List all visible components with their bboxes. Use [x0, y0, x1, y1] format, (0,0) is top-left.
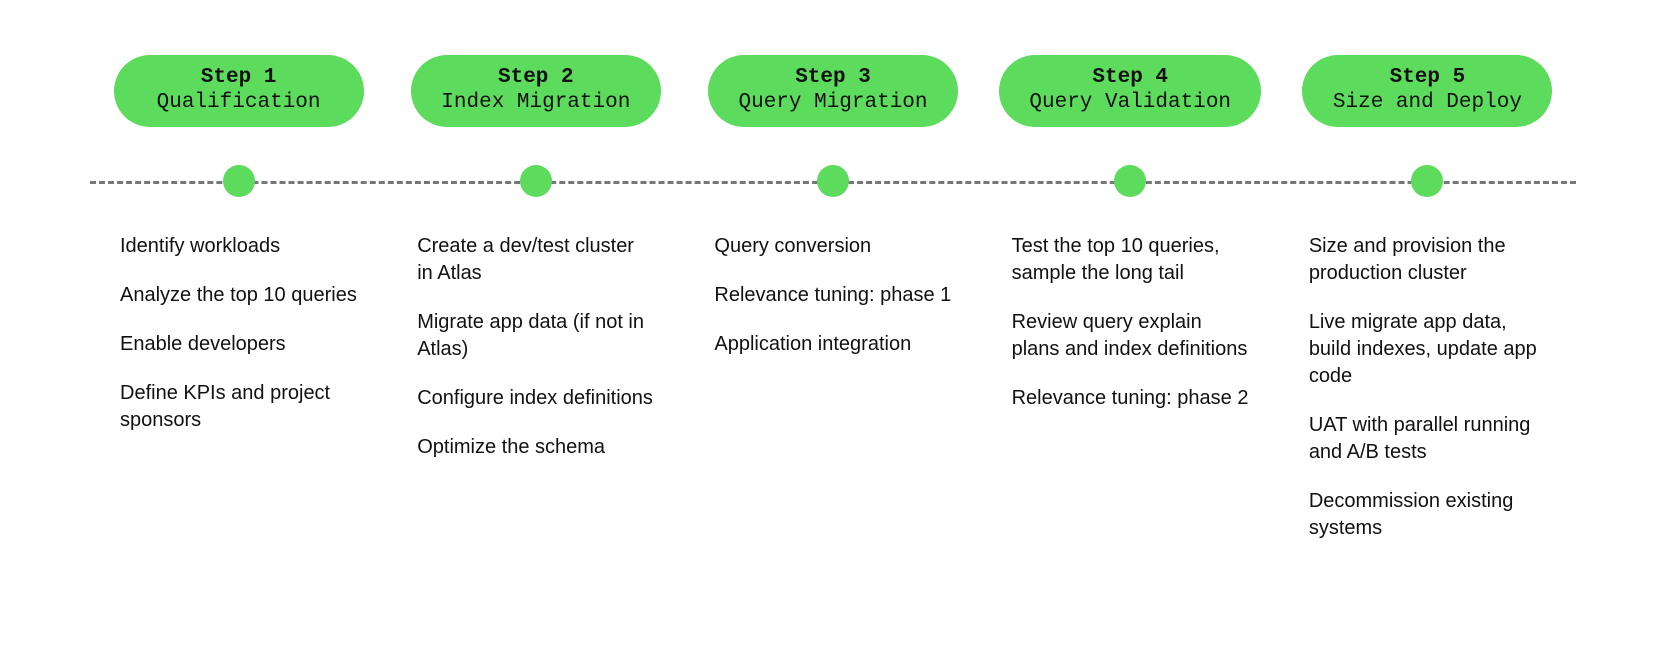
- timeline: [90, 165, 1576, 197]
- step-pill-2: Step 2 Index Migration: [411, 55, 661, 127]
- step-number-label: Step 1: [144, 65, 334, 90]
- detail-item: Migrate app data (if not in Atlas): [417, 309, 654, 363]
- step-number-label: Step 3: [738, 65, 928, 90]
- step-title-label: Query Migration: [738, 90, 928, 115]
- step-column-3: Step 3 Query Migration: [684, 55, 981, 127]
- detail-item: Enable developers: [120, 331, 357, 358]
- detail-item: Decommission existing systems: [1309, 488, 1546, 542]
- step-pill-3: Step 3 Query Migration: [708, 55, 958, 127]
- details-row: Identify workloads Analyze the top 10 qu…: [90, 233, 1576, 564]
- detail-item: Create a dev/test cluster in Atlas: [417, 233, 654, 287]
- step-number-label: Step 2: [441, 65, 631, 90]
- timeline-dot-wrap: [982, 165, 1279, 197]
- timeline-dot-wrap: [684, 165, 981, 197]
- step-column-4: Step 4 Query Validation: [982, 55, 1279, 127]
- step-column-1: Step 1 Qualification: [90, 55, 387, 127]
- step-title-label: Index Migration: [441, 90, 631, 115]
- timeline-dots-container: [90, 165, 1576, 197]
- step-column-2: Step 2 Index Migration: [387, 55, 684, 127]
- detail-item: Optimize the schema: [417, 434, 654, 461]
- detail-item: Review query explain plans and index def…: [1012, 309, 1249, 363]
- detail-item: Relevance tuning: phase 1: [714, 282, 951, 309]
- timeline-dot-icon: [520, 165, 552, 197]
- step-pill-1: Step 1 Qualification: [114, 55, 364, 127]
- step-title-label: Qualification: [144, 90, 334, 115]
- detail-item: UAT with parallel running and A/B tests: [1309, 412, 1546, 466]
- details-col-4: Test the top 10 queries, sample the long…: [982, 233, 1279, 564]
- details-col-3: Query conversion Relevance tuning: phase…: [684, 233, 981, 564]
- step-pill-5: Step 5 Size and Deploy: [1302, 55, 1552, 127]
- detail-item: Size and provision the production cluste…: [1309, 233, 1546, 287]
- timeline-dot-icon: [1411, 165, 1443, 197]
- steps-header-row: Step 1 Qualification Step 2 Index Migrat…: [90, 55, 1576, 127]
- step-pill-4: Step 4 Query Validation: [999, 55, 1261, 127]
- detail-item: Define KPIs and project sponsors: [120, 380, 357, 434]
- step-title-label: Query Validation: [1029, 90, 1231, 115]
- detail-item: Live migrate app data, build indexes, up…: [1309, 309, 1546, 390]
- timeline-dot-wrap: [1279, 165, 1576, 197]
- timeline-dot-icon: [1114, 165, 1146, 197]
- detail-item: Application integration: [714, 331, 951, 358]
- detail-item: Configure index definitions: [417, 385, 654, 412]
- detail-item: Analyze the top 10 queries: [120, 282, 357, 309]
- step-title-label: Size and Deploy: [1332, 90, 1522, 115]
- details-col-2: Create a dev/test cluster in Atlas Migra…: [387, 233, 684, 564]
- timeline-dot-wrap: [387, 165, 684, 197]
- detail-item: Query conversion: [714, 233, 951, 260]
- detail-item: Relevance tuning: phase 2: [1012, 385, 1249, 412]
- details-col-1: Identify workloads Analyze the top 10 qu…: [90, 233, 387, 564]
- step-number-label: Step 4: [1029, 65, 1231, 90]
- timeline-dot-icon: [817, 165, 849, 197]
- details-col-5: Size and provision the production cluste…: [1279, 233, 1576, 564]
- timeline-dot-wrap: [90, 165, 387, 197]
- timeline-dot-icon: [223, 165, 255, 197]
- detail-item: Test the top 10 queries, sample the long…: [1012, 233, 1249, 287]
- step-number-label: Step 5: [1332, 65, 1522, 90]
- detail-item: Identify workloads: [120, 233, 357, 260]
- step-column-5: Step 5 Size and Deploy: [1279, 55, 1576, 127]
